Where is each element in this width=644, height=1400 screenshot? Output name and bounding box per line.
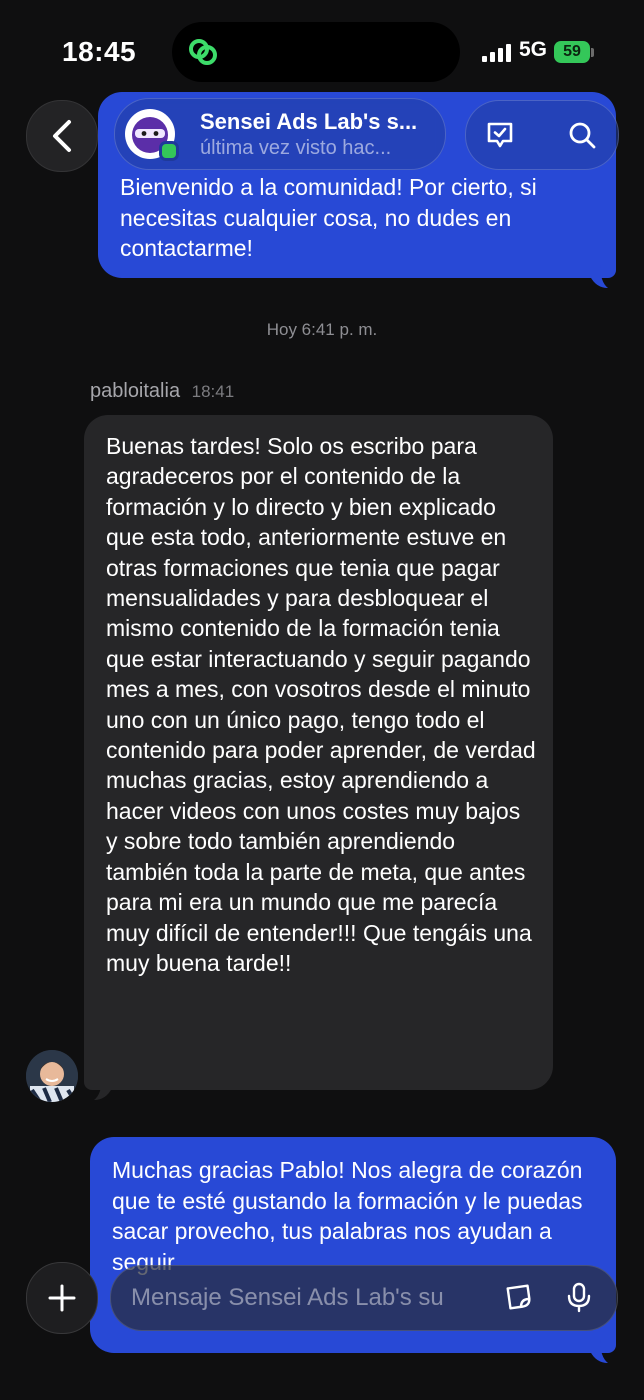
search-icon[interactable] [566,119,598,151]
day-separator: Hoy 6:41 p. m. [266,320,378,339]
header-actions [465,100,619,170]
link-activity-icon [189,39,217,65]
last-seen-text: última vez visto hac... [200,137,392,159]
outgoing-message-text: Bienvenido a la comunidad! Por cierto, s… [120,174,537,261]
status-time: 18:45 [62,36,137,67]
back-button[interactable] [26,100,98,172]
chat-title: Sensei Ads Lab's s... [200,109,418,134]
chat-header[interactable]: Sensei Ads Lab's s... última vez visto h… [114,98,446,170]
plus-icon [48,1284,76,1312]
chevron-left-icon [53,120,71,152]
microphone-icon[interactable] [563,1281,595,1313]
message-time: 18:41 [191,382,235,401]
battery-tip [591,48,594,57]
attach-button[interactable] [26,1262,98,1334]
message-sender[interactable]: pabloitalia 18:41 [90,380,234,403]
signal-icon [482,44,511,62]
user-avatar[interactable] [26,1050,78,1102]
sender-name: pabloitalia [90,380,181,402]
message-input[interactable]: Mensaje Sensei Ads Lab's su [131,1284,487,1312]
sticker-icon[interactable] [503,1281,535,1313]
profile-photo-icon [26,1050,78,1102]
battery-level: 59 [563,43,581,60]
online-status-dot [159,141,179,161]
message-composer[interactable]: Mensaje Sensei Ads Lab's su [110,1265,618,1331]
incoming-message-bubble[interactable]: Buenas tardes! Solo os escribo para agra… [84,415,553,1090]
status-bar: 18:45 5G 59 [0,0,644,95]
dynamic-island[interactable] [172,22,460,82]
bubble-tail [590,1339,608,1363]
battery-indicator: 59 [554,41,590,63]
bubble-tail [94,1076,112,1100]
incoming-message-text: Buenas tardes! Solo os escribo para agra… [106,433,536,976]
bubble-tail [590,264,608,288]
outgoing-message-text: Muchas gracias Pablo! Nos alegra de cora… [112,1157,583,1275]
chat-check-icon[interactable] [484,119,516,151]
network-type: 5G [519,38,548,61]
